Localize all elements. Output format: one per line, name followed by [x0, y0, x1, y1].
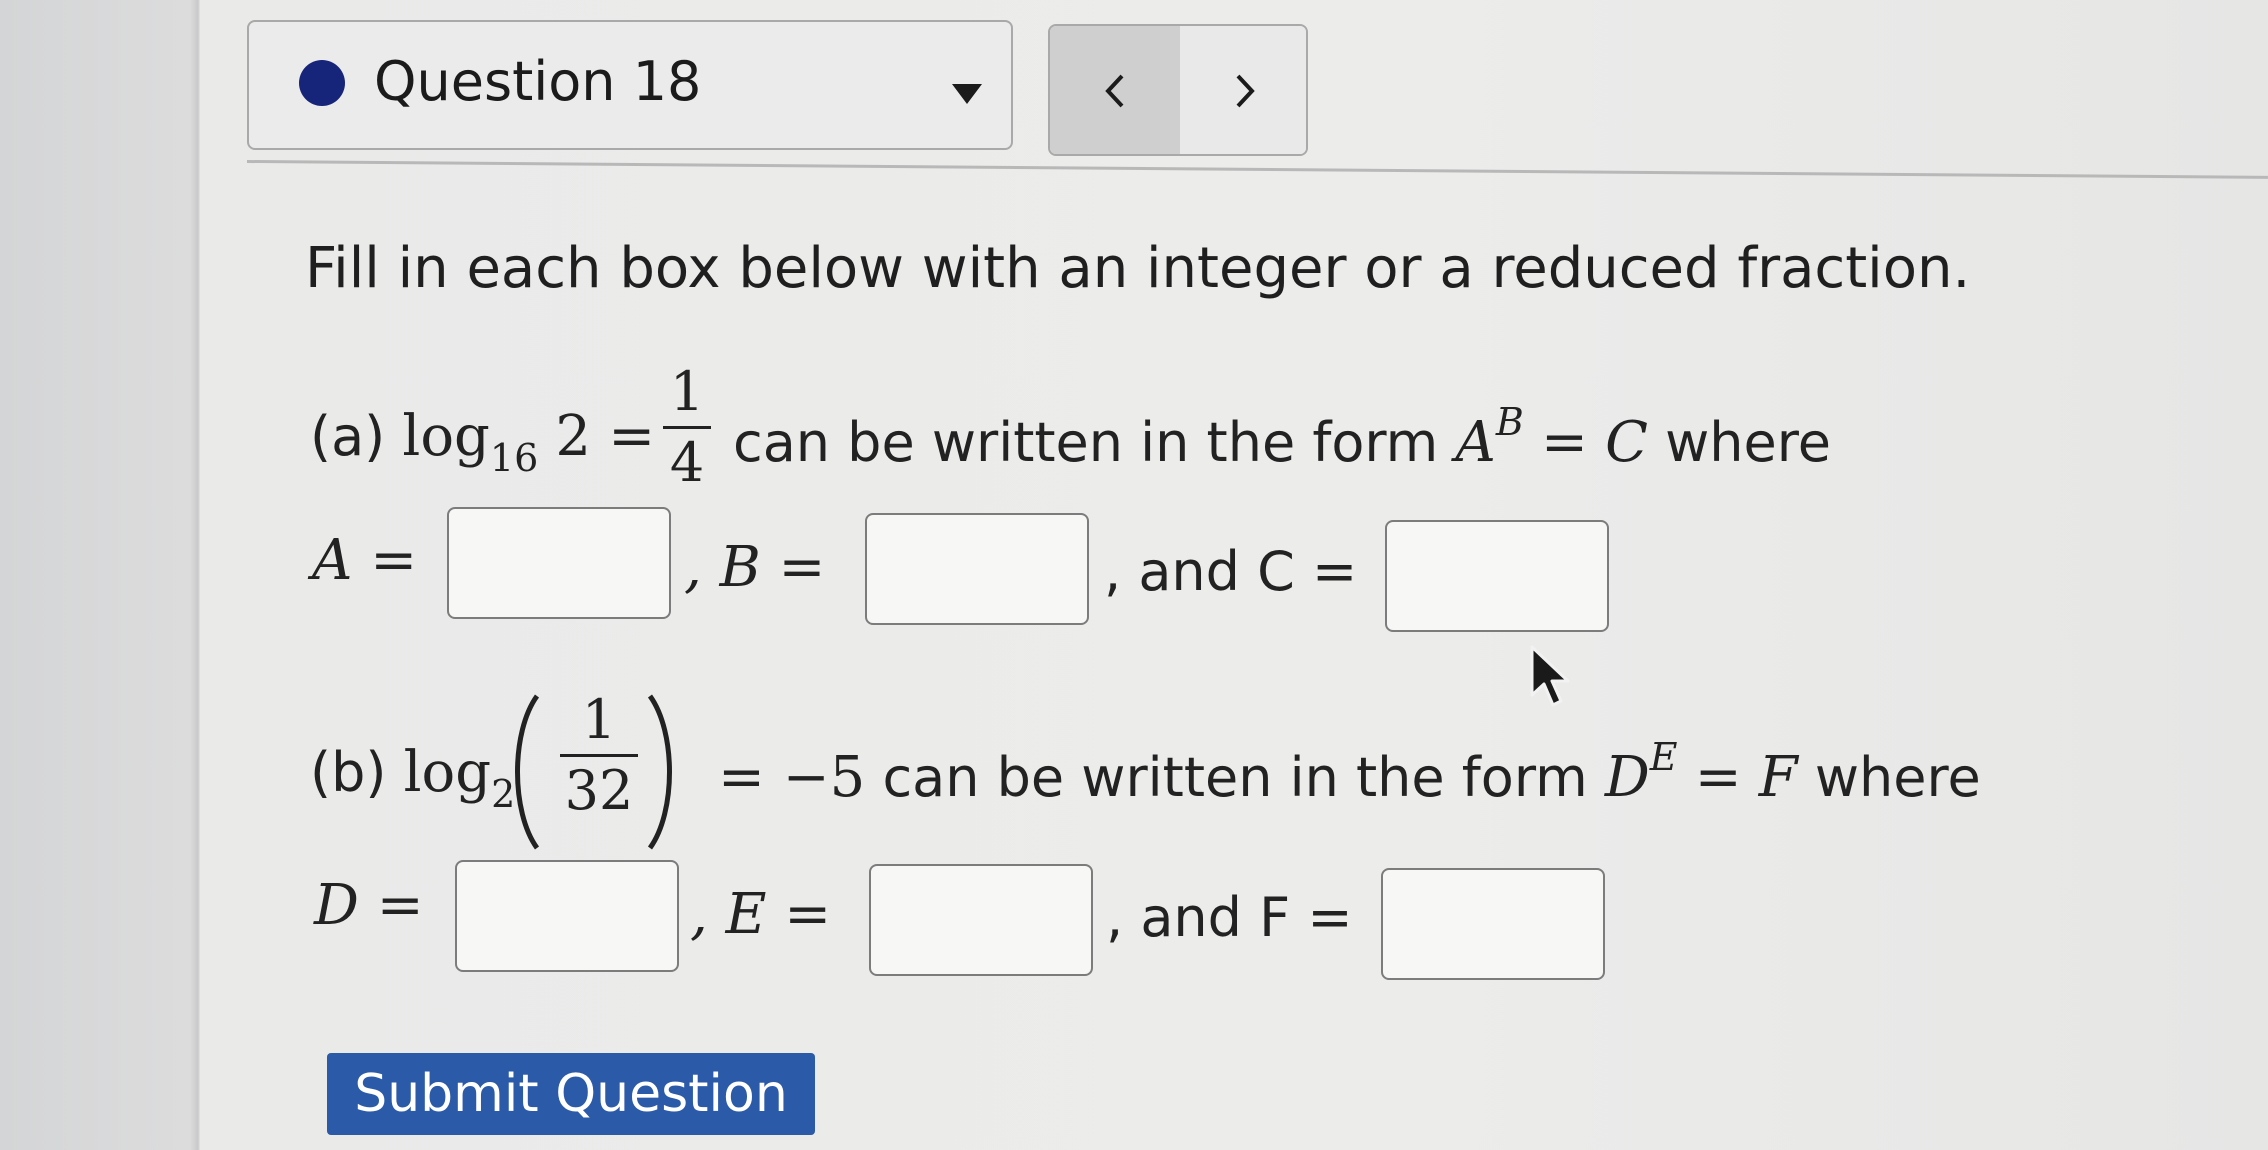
part-a-form: can be written in the form AB = C where — [733, 400, 1831, 475]
previous-question-button[interactable] — [1050, 26, 1180, 154]
chevron-left-icon — [1105, 74, 1124, 108]
answer-c-input[interactable] — [1385, 520, 1609, 632]
question-status-dot — [299, 60, 345, 106]
left-margin — [0, 0, 200, 1150]
part-b-form: = −5 can be written in the form DE = F w… — [718, 735, 1981, 810]
part-b-frac-den: 32 — [564, 759, 634, 822]
label-b: , B = — [684, 535, 826, 600]
mouse-cursor-icon — [1530, 645, 1570, 707]
answer-f-input[interactable] — [1381, 868, 1605, 980]
part-b-var-e: E — [1649, 735, 1678, 779]
label-c: , and C = — [1104, 540, 1358, 603]
part-a-frac-den: 4 — [669, 431, 705, 494]
part-a-log: log — [402, 404, 490, 469]
part-a-equals: = — [608, 404, 656, 469]
part-a-label: (a) — [310, 405, 386, 468]
part-a-log-base: 16 — [489, 436, 539, 480]
next-question-button[interactable] — [1180, 26, 1306, 154]
part-b-phrase: can be written in the form — [882, 746, 1588, 809]
answer-d-input[interactable] — [455, 860, 679, 972]
right-paren — [647, 694, 672, 850]
part-a-fraction: 1 4 — [663, 362, 711, 493]
part-b-fraction: 1 32 — [560, 690, 638, 821]
label-a: A = — [312, 528, 418, 593]
part-a-frac-bar — [663, 426, 711, 429]
part-a-var-b: B — [1495, 400, 1524, 444]
part-a-var-a: A — [1455, 410, 1496, 475]
label-e: , E = — [690, 882, 832, 947]
part-a-phrase: can be written in the form — [733, 411, 1439, 474]
question-selector[interactable]: Question 18 — [247, 20, 1013, 150]
question-nav — [1048, 24, 1308, 156]
instructions-text: Fill in each box below with an integer o… — [305, 236, 1971, 301]
part-a-var-c: C — [1605, 410, 1648, 475]
part-a-statement: (a) log16 2 = — [310, 404, 656, 480]
part-a-log-arg: 2 — [555, 404, 592, 469]
question-title: Question 18 — [374, 50, 702, 113]
answer-a-input[interactable] — [447, 507, 671, 619]
header-divider — [246, 160, 2268, 179]
part-b-log: log — [403, 740, 492, 805]
answer-b-input[interactable] — [865, 513, 1089, 625]
part-b-statement: (b) log2 — [310, 740, 515, 816]
part-b-label: (b) — [310, 741, 387, 804]
submit-question-button[interactable]: Submit Question — [327, 1053, 815, 1135]
caret-down-icon[interactable] — [952, 84, 982, 104]
label-f: , and F = — [1106, 886, 1353, 949]
left-paren — [515, 694, 540, 850]
answer-e-input[interactable] — [869, 864, 1093, 976]
part-b-var-f: F — [1758, 745, 1798, 810]
part-b-var-d: D — [1604, 745, 1650, 810]
part-a-frac-num: 1 — [669, 360, 705, 423]
label-d: D = — [314, 873, 424, 938]
part-b-frac-num: 1 — [581, 688, 617, 751]
part-b-frac-bar — [560, 754, 638, 757]
chevron-right-icon — [1236, 74, 1255, 108]
part-b-where: where — [1814, 746, 1981, 809]
part-b-rhs: = −5 — [718, 745, 866, 810]
part-a-where: where — [1665, 411, 1831, 474]
